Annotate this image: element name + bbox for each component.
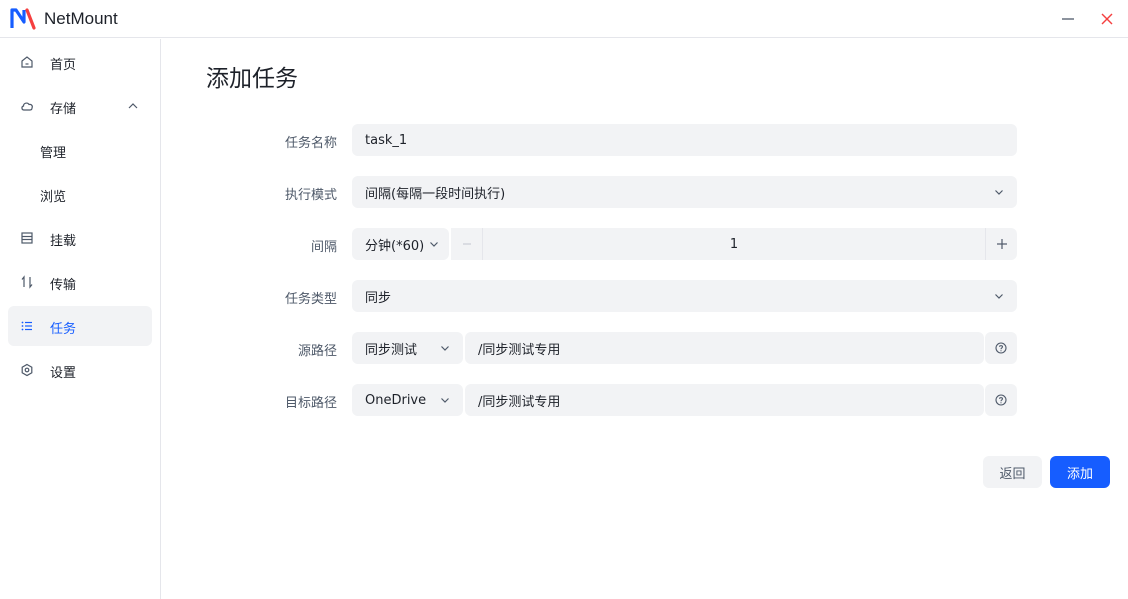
source-path-input[interactable]: /同步测试专用 — [465, 332, 984, 364]
target-path-input[interactable]: /同步测试专用 — [465, 384, 984, 416]
sidebar-item-tasks[interactable]: 任务 — [8, 306, 152, 346]
task-name-value: task_1 — [365, 132, 408, 148]
sidebar-item-label: 挂载 — [50, 234, 77, 249]
source-path-help-button[interactable] — [985, 332, 1017, 364]
minus-icon — [462, 243, 471, 245]
page-title: 添加任务 — [206, 66, 298, 92]
sidebar: 首页 存储 管理 浏览 挂载 传输 任务 设置 — [0, 39, 161, 599]
transfer-arrows-icon — [21, 275, 33, 289]
sidebar-item-label: 管理 — [40, 146, 67, 161]
target-path-help-button[interactable] — [985, 384, 1017, 416]
home-icon — [21, 56, 33, 68]
chevron-down-icon — [995, 190, 1003, 195]
close-button[interactable] — [1089, 0, 1125, 38]
exec-mode-label: 执行模式 — [284, 188, 337, 203]
source-storage-value: 同步测试 — [365, 342, 418, 358]
gear-icon — [21, 363, 33, 377]
chevron-up-icon — [128, 103, 138, 109]
minimize-icon — [1062, 18, 1074, 20]
plus-icon — [996, 239, 1007, 249]
sidebar-item-label: 首页 — [50, 58, 77, 73]
interval-value: 1 — [729, 236, 739, 252]
chevron-down-icon — [430, 242, 438, 247]
task-name-input[interactable]: task_1 — [352, 124, 1017, 156]
interval-label: 间隔 — [310, 240, 337, 255]
source-path-value: /同步测试专用 — [478, 342, 561, 358]
exec-mode-value: 间隔(每隔一段时间执行) — [365, 186, 506, 202]
sidebar-item-label: 存储 — [50, 102, 77, 117]
exec-mode-select[interactable]: 间隔(每隔一段时间执行) — [352, 176, 1017, 208]
task-type-label: 任务类型 — [284, 292, 337, 307]
sidebar-item-label: 任务 — [50, 322, 77, 337]
sidebar-item-storage[interactable]: 存储 — [8, 86, 152, 126]
sidebar-item-label: 传输 — [50, 278, 77, 293]
back-button[interactable]: 返回 — [983, 456, 1042, 488]
increment-button[interactable] — [985, 228, 1017, 260]
interval-stepper[interactable]: 1 — [451, 228, 1017, 260]
sidebar-item-settings[interactable]: 设置 — [8, 350, 152, 390]
target-storage-select[interactable]: OneDrive — [352, 384, 463, 416]
question-circle-icon — [995, 342, 1007, 354]
app-title: NetMount — [44, 9, 118, 28]
minimize-button[interactable] — [1050, 0, 1086, 38]
sidebar-item-browse[interactable]: 浏览 — [8, 174, 152, 214]
task-type-value: 同步 — [365, 290, 392, 306]
task-type-select[interactable]: 同步 — [352, 280, 1017, 312]
target-path-value: /同步测试专用 — [478, 394, 561, 410]
sidebar-item-label: 浏览 — [40, 190, 67, 205]
title-bar: NetMount — [0, 0, 1128, 38]
netmount-logo — [10, 8, 36, 30]
sidebar-item-manage[interactable]: 管理 — [8, 130, 152, 170]
target-path-label: 目标路径 — [284, 396, 337, 411]
main-content: 添加任务 任务名称 task_1 执行模式 间隔(每隔一段时间执行) 间隔 分钟… — [162, 39, 1128, 599]
chevron-down-icon — [441, 346, 449, 351]
task-list-icon — [21, 321, 32, 331]
task-name-label: 任务名称 — [284, 136, 337, 151]
chevron-down-icon — [441, 398, 449, 403]
source-storage-select[interactable]: 同步测试 — [352, 332, 463, 364]
question-circle-icon — [995, 394, 1007, 406]
chevron-down-icon — [995, 294, 1003, 299]
decrement-button[interactable] — [451, 228, 483, 260]
cloud-icon — [21, 102, 33, 111]
interval-unit-select[interactable]: 分钟(*60) — [352, 228, 449, 260]
sidebar-item-label: 设置 — [50, 366, 77, 381]
target-storage-value: OneDrive — [365, 392, 427, 408]
close-icon — [1101, 13, 1113, 25]
interval-unit-value: 分钟(*60) — [365, 238, 425, 254]
add-button[interactable]: 添加 — [1050, 456, 1110, 488]
sidebar-item-transfer[interactable]: 传输 — [8, 262, 152, 302]
source-path-label: 源路径 — [297, 344, 337, 359]
sidebar-item-home[interactable]: 首页 — [8, 42, 152, 82]
mount-list-icon — [21, 232, 33, 244]
sidebar-item-mount[interactable]: 挂载 — [8, 218, 152, 258]
